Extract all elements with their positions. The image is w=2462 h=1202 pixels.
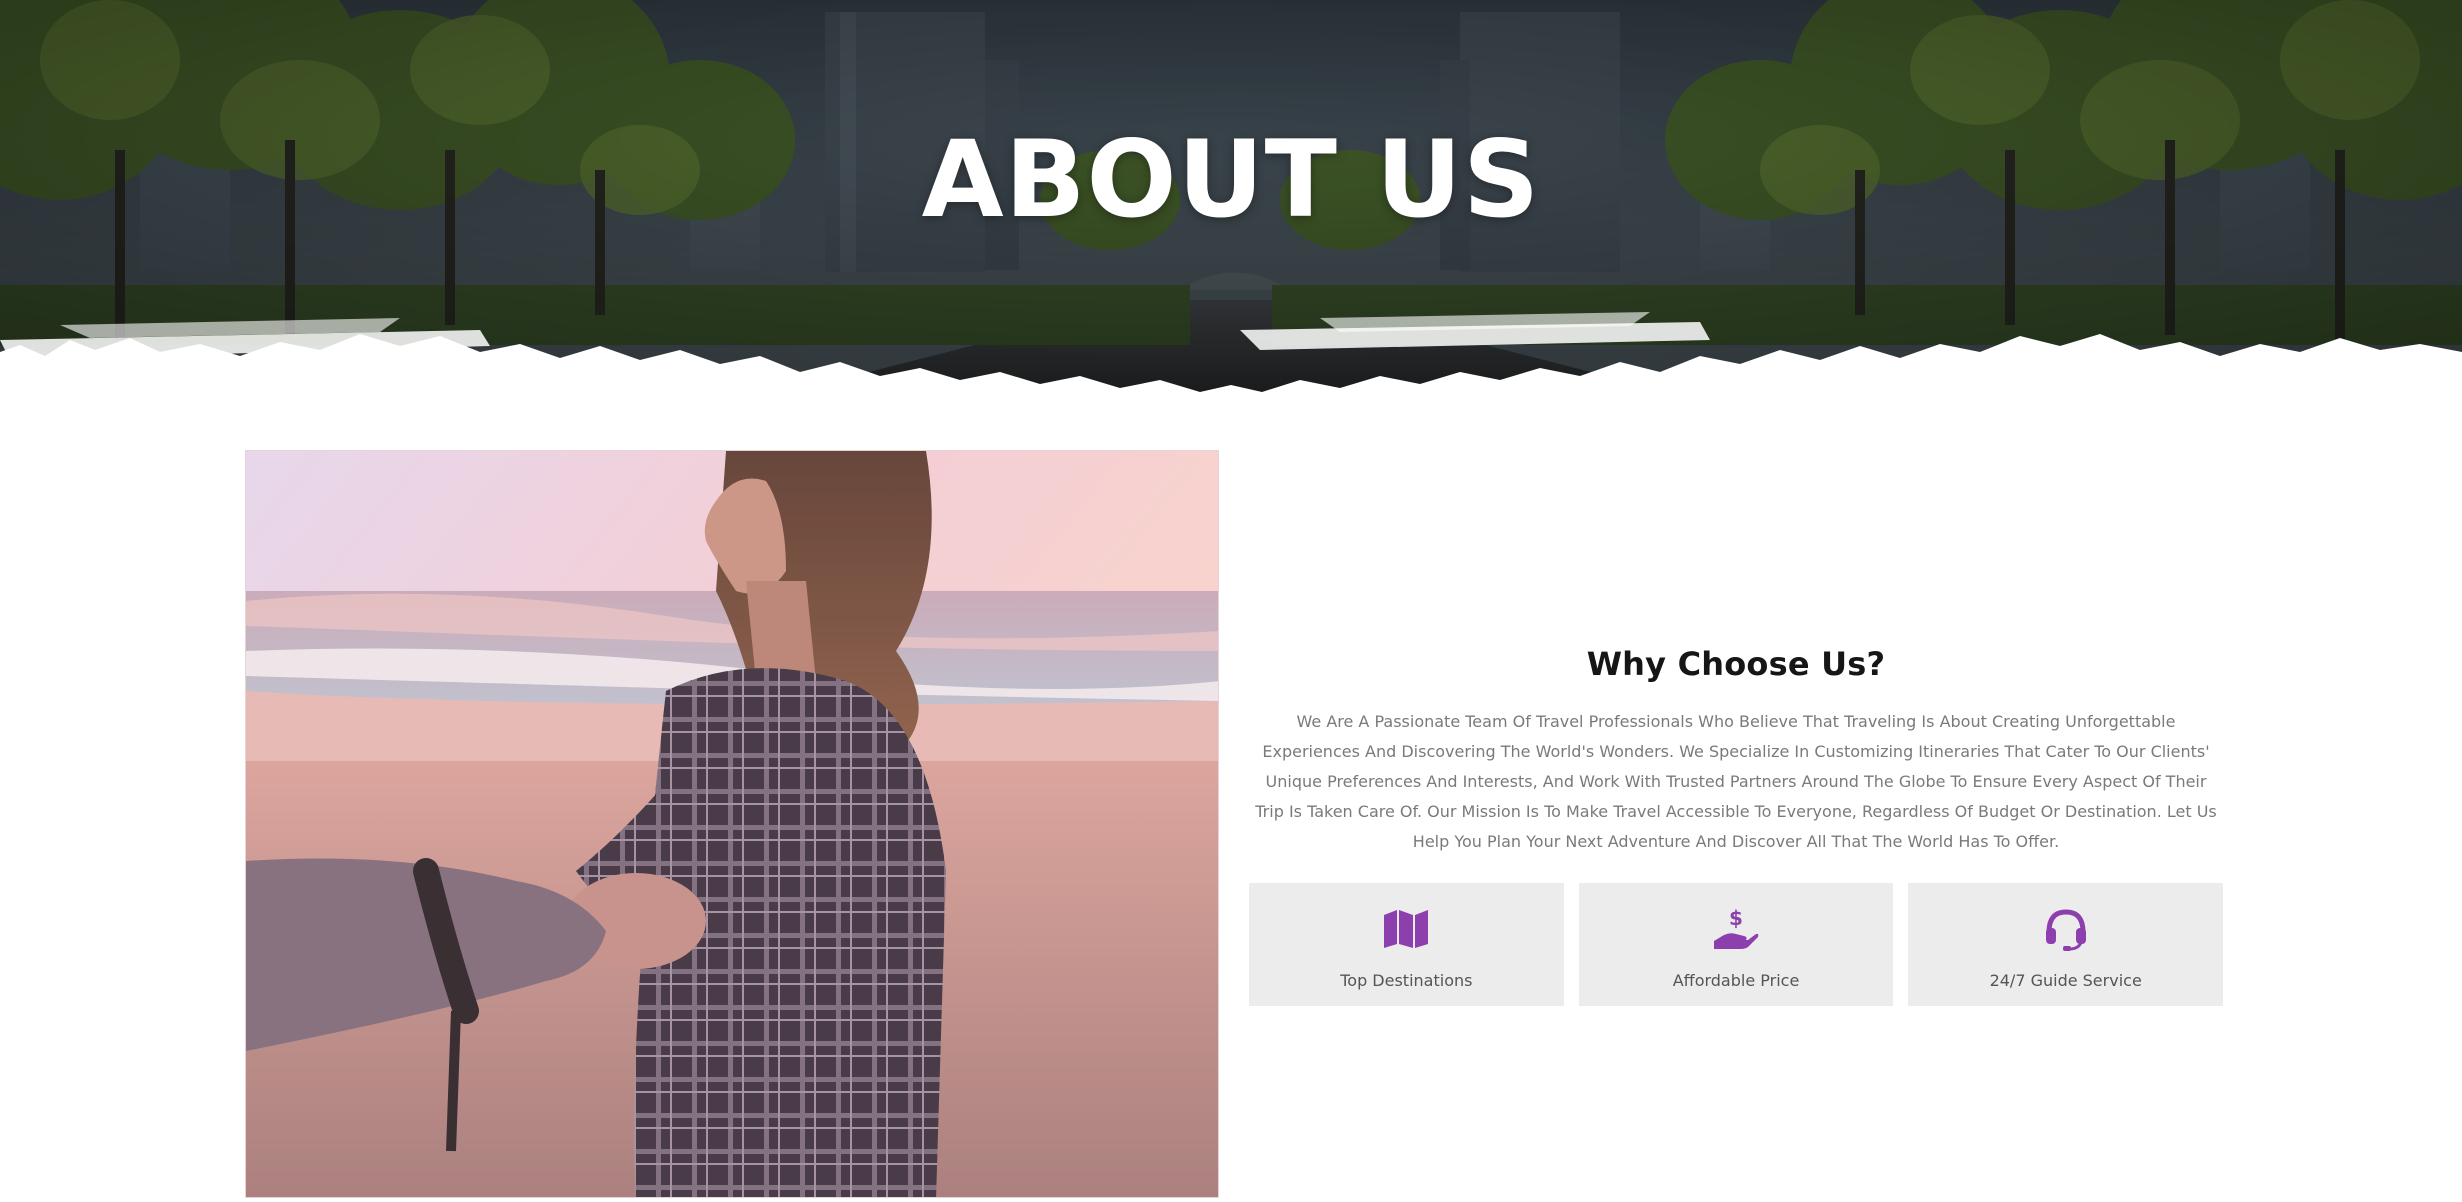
svg-text:$: $ [1729,906,1743,930]
hero-banner: ABOUT US [0,0,2462,400]
feature-card-top-destinations: Top Destinations [1249,883,1564,1006]
feature-list: Top Destinations $ Affordable Price 24/7… [1249,883,2224,1006]
section-heading: Why Choose Us? [1586,645,1886,683]
feature-card-affordable-price: $ Affordable Price [1578,883,1894,1006]
why-choose-us-section: Why Choose Us? We Are A Passionate Team … [1249,645,2223,857]
headset-icon [2040,903,2092,955]
about-photo [245,450,1219,1198]
feature-label: Affordable Price [1672,971,1800,990]
map-icon [1380,903,1432,955]
feature-label: Top Destinations [1340,971,1473,990]
section-paragraph: We Are A Passionate Team Of Travel Profe… [1255,712,2217,851]
feature-card-guide-service: 24/7 Guide Service [1908,883,2224,1006]
page-title: ABOUT US [921,118,1541,241]
beach-couple-image [246,451,1218,1197]
feature-label: 24/7 Guide Service [1989,971,2142,990]
hand-dollar-icon: $ [1710,903,1762,955]
